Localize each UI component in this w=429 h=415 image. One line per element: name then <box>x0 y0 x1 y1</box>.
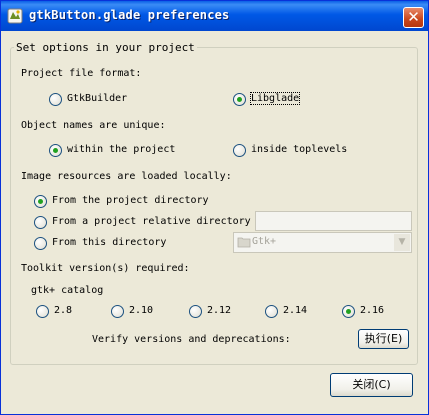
radio-version-2-16-label: 2.16 <box>360 305 385 316</box>
window-title: gtkButton.glade preferences <box>29 8 230 22</box>
radio-version-2-8-indicator <box>36 305 49 318</box>
radio-libglade-indicator <box>233 93 246 106</box>
folder-icon <box>237 237 251 248</box>
object-names-label: Object names are unique: <box>21 120 166 131</box>
close-button-label: 关闭(C) <box>352 378 391 391</box>
preferences-dialog: gtkButton.glade preferences ✕ Set option… <box>0 0 429 415</box>
close-icon: ✕ <box>407 8 420 26</box>
execute-button-label: 执行(E) <box>364 332 403 345</box>
radio-within-project-label: within the project <box>67 144 176 155</box>
radio-relative-directory-indicator <box>34 216 47 229</box>
title-bar[interactable]: gtkButton.glade preferences ✕ <box>1 1 428 31</box>
radio-within-project-indicator <box>49 144 62 157</box>
catalog-label: gtk+ catalog <box>31 285 104 296</box>
radio-version-2-8-label: 2.8 <box>54 305 73 316</box>
radio-version-2-10-indicator <box>111 305 124 318</box>
toolkit-label: Toolkit version(s) required: <box>21 263 190 274</box>
chevron-down-icon: ▼ <box>394 234 410 251</box>
radio-libglade-label: Libglade <box>249 92 301 105</box>
glade-app-icon <box>7 8 23 24</box>
radio-relative-directory-label: From a project relative directory <box>52 216 251 227</box>
radio-version-2-14-label: 2.14 <box>283 305 308 316</box>
radio-inside-toplevels-indicator <box>233 144 246 157</box>
execute-button[interactable]: 执行(E) <box>358 329 409 349</box>
image-resources-label: Image resources are loaded locally: <box>21 171 232 182</box>
verify-label: Verify versions and deprecations: <box>92 334 291 345</box>
radio-this-directory-label: From this directory <box>52 237 167 248</box>
radio-this-directory-indicator <box>34 237 47 250</box>
directory-combo-value: Gtk+ <box>252 236 277 247</box>
dialog-content: Set options in your project Project file… <box>4 31 425 411</box>
radio-version-2-12-label: 2.12 <box>207 305 232 316</box>
file-format-label: Project file format: <box>21 68 142 79</box>
close-window-button[interactable]: ✕ <box>403 7 424 28</box>
radio-version-2-14-indicator <box>265 305 278 318</box>
directory-chooser-combo[interactable]: Gtk+ ▼ <box>233 232 412 253</box>
radio-project-directory-indicator <box>34 195 47 208</box>
radio-project-directory-label: From the project directory <box>52 195 209 206</box>
radio-version-2-16-indicator <box>342 305 355 318</box>
radio-gtkbuilder-indicator <box>49 93 62 106</box>
close-button[interactable]: 关闭(C) <box>330 373 413 397</box>
radio-version-2-10-label: 2.10 <box>129 305 154 316</box>
options-group-title: Set options in your project <box>14 41 197 54</box>
radio-gtkbuilder-label: GtkBuilder <box>67 93 128 104</box>
relative-directory-input[interactable] <box>255 211 412 231</box>
radio-inside-toplevels-label: inside toplevels <box>251 144 348 155</box>
radio-version-2-12-indicator <box>189 305 202 318</box>
